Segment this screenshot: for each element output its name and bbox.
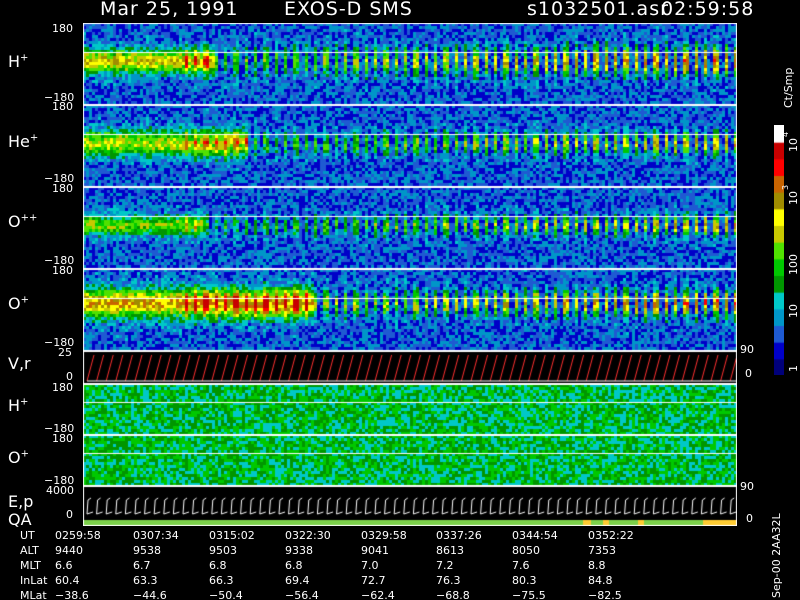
table-cell: 6.8 bbox=[285, 559, 303, 572]
table-cell: 9338 bbox=[285, 544, 313, 557]
ytick-top: 25 bbox=[58, 346, 72, 359]
plot-root: Mar 25, 1991 EXOS-D SMS s1032501.asr 02:… bbox=[0, 0, 800, 600]
table-cell: −62.4 bbox=[361, 589, 395, 600]
label-h-plus: H+ bbox=[8, 52, 29, 71]
colorbar-zero: 0 bbox=[745, 367, 752, 380]
spectrogram-h-plus bbox=[83, 23, 737, 105]
panel-vr bbox=[83, 351, 737, 384]
table-cell: 0337:26 bbox=[436, 529, 482, 542]
ytick-top: 180 bbox=[52, 22, 73, 35]
panel-o-plus bbox=[83, 269, 737, 351]
table-cell: 9503 bbox=[209, 544, 237, 557]
table-cell: 72.7 bbox=[361, 574, 386, 587]
panel-he-plus bbox=[83, 105, 737, 187]
table-cell: 0329:58 bbox=[361, 529, 407, 542]
table-cell: −44.6 bbox=[133, 589, 167, 600]
table-cell: 9041 bbox=[361, 544, 389, 557]
spectrogram-o-plus bbox=[83, 269, 737, 351]
label-o-plus: O+ bbox=[8, 294, 29, 313]
panel-o-plus-2 bbox=[83, 435, 737, 486]
right-label-qa: 0 bbox=[746, 512, 753, 525]
label-vr: V,r bbox=[8, 354, 31, 373]
ytick-top: 180 bbox=[52, 264, 73, 277]
ytick-bottom: 0 bbox=[66, 508, 73, 521]
table-cell: −56.4 bbox=[285, 589, 319, 600]
table-cell: 7.0 bbox=[361, 559, 379, 572]
label-he-plus: He+ bbox=[8, 132, 39, 151]
table-cell: 63.3 bbox=[133, 574, 158, 587]
title-date: Mar 25, 1991 bbox=[100, 0, 239, 20]
table-row-label: ALT bbox=[20, 544, 39, 557]
colorbar-tick-10000-base: 10 bbox=[787, 138, 800, 152]
right-label-ep: 90 bbox=[740, 480, 754, 493]
table-cell: 7.2 bbox=[436, 559, 454, 572]
label-o-plus-plus: O++ bbox=[8, 212, 38, 231]
table-cell: 0322:30 bbox=[285, 529, 331, 542]
ytick-top: 180 bbox=[52, 100, 73, 113]
table-cell: −75.5 bbox=[512, 589, 546, 600]
table-cell: 8613 bbox=[436, 544, 464, 557]
title-time: 02:59:58 bbox=[661, 0, 755, 20]
table-cell: 9538 bbox=[133, 544, 161, 557]
table-cell: 60.4 bbox=[55, 574, 80, 587]
table-cell: 0344:54 bbox=[512, 529, 558, 542]
spectrogram-o-plus-plus bbox=[83, 187, 737, 269]
spectrogram-h-plus-2 bbox=[83, 384, 737, 435]
colorbar-tick-100: 100 bbox=[787, 254, 800, 275]
label-qa: QA bbox=[8, 510, 32, 529]
label-ep: E,p bbox=[8, 492, 34, 511]
table-cell: 0315:02 bbox=[209, 529, 255, 542]
label-h-plus-2: H+ bbox=[8, 396, 29, 415]
table-cell: −38.6 bbox=[55, 589, 89, 600]
table-row-label: MLT bbox=[20, 559, 41, 572]
table-cell: 6.6 bbox=[55, 559, 73, 572]
table-cell: 69.4 bbox=[285, 574, 310, 587]
title-file: s1032501.asr bbox=[527, 0, 669, 20]
title-instrument: EXOS-D SMS bbox=[284, 0, 413, 20]
trace-vr bbox=[83, 351, 737, 384]
spectrogram-he-plus bbox=[83, 105, 737, 187]
colorbar-unit: Ct/Smp bbox=[782, 67, 795, 108]
colorbar-tick-1000-exp: 3 bbox=[781, 184, 790, 190]
label-o-plus-2: O+ bbox=[8, 448, 29, 467]
table-cell: 0307:34 bbox=[133, 529, 179, 542]
table-cell: −68.8 bbox=[436, 589, 470, 600]
table-cell: 6.7 bbox=[133, 559, 151, 572]
table-row-label: MLat bbox=[20, 589, 47, 600]
ytick-top: 180 bbox=[52, 432, 73, 445]
table-cell: −50.4 bbox=[209, 589, 243, 600]
table-row-label: InLat bbox=[20, 574, 48, 587]
table-cell: 66.3 bbox=[209, 574, 234, 587]
colorbar-tick-10: 10 bbox=[787, 304, 800, 318]
table-cell: 76.3 bbox=[436, 574, 461, 587]
table-cell: 0259:58 bbox=[55, 529, 101, 542]
ytick-top: 4000 bbox=[46, 484, 74, 497]
table-cell: 0352:22 bbox=[588, 529, 634, 542]
table-cell: −82.5 bbox=[588, 589, 622, 600]
table-row-label: UT bbox=[20, 529, 35, 542]
panel-h-plus-2 bbox=[83, 384, 737, 435]
spectrogram-o-plus-2 bbox=[83, 435, 737, 486]
table-cell: 9440 bbox=[55, 544, 83, 557]
panel-o-plus-plus bbox=[83, 187, 737, 269]
table-cell: 7.6 bbox=[512, 559, 530, 572]
colorbar bbox=[774, 125, 784, 375]
ytick-top: 180 bbox=[52, 381, 73, 394]
table-cell: 8.8 bbox=[588, 559, 606, 572]
table-cell: 6.8 bbox=[209, 559, 227, 572]
table-cell: 84.8 bbox=[588, 574, 613, 587]
right-label-vr: 90 bbox=[740, 343, 754, 356]
version-note: Sep-00 2AA32L bbox=[770, 513, 783, 598]
trace-ep bbox=[83, 486, 737, 526]
colorbar-tick-1: 1 bbox=[787, 365, 800, 372]
table-cell: 8050 bbox=[512, 544, 540, 557]
ytick-top: 180 bbox=[52, 182, 73, 195]
table-cell: 7353 bbox=[588, 544, 616, 557]
panel-ep bbox=[83, 486, 737, 526]
colorbar-tick-1000-base: 10 bbox=[787, 191, 800, 205]
colorbar-tick-10000-exp: 4 bbox=[781, 131, 790, 137]
panel-h-plus bbox=[83, 23, 737, 105]
table-cell: 80.3 bbox=[512, 574, 537, 587]
